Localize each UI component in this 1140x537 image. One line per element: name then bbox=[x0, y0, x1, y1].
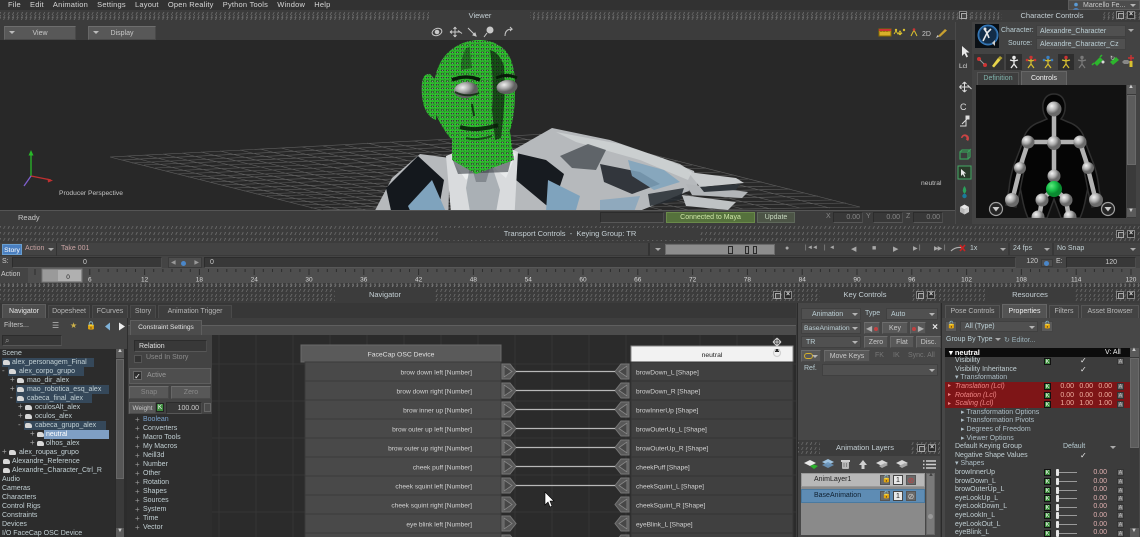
svg-text:browInnerUp [Shape]: browInnerUp [Shape] bbox=[636, 408, 698, 415]
svg-text:brow outer up left [Number]: brow outer up left [Number] bbox=[392, 427, 472, 434]
svg-text:cheek squint left [Number]: cheek squint left [Number] bbox=[395, 484, 472, 491]
svg-text:eyeBlink_L [Shape]: eyeBlink_L [Shape] bbox=[636, 522, 693, 529]
svg-text:0: 0 bbox=[66, 274, 70, 281]
svg-text:cheekSquint_R [Shape]: cheekSquint_R [Shape] bbox=[636, 503, 705, 510]
svg-text:cheekPuff [Shape]: cheekPuff [Shape] bbox=[636, 465, 690, 472]
svg-text:FaceCap OSC Device: FaceCap OSC Device bbox=[368, 352, 435, 359]
svg-text:browOuterUp_R [Shape]: browOuterUp_R [Shape] bbox=[636, 446, 708, 453]
svg-text:brow outer up right [Number]: brow outer up right [Number] bbox=[388, 446, 472, 453]
svg-text:brow inner up [Number]: brow inner up [Number] bbox=[403, 408, 472, 415]
svg-text:Lcl: Lcl bbox=[959, 63, 968, 70]
svg-text:↻: ↻ bbox=[1110, 55, 1115, 62]
svg-text:neutral: neutral bbox=[921, 180, 942, 187]
svg-text:brow down left [Number]: brow down left [Number] bbox=[401, 370, 473, 377]
svg-text:cheek squint right [Number]: cheek squint right [Number] bbox=[391, 503, 472, 510]
svg-text:browDown_L [Shape]: browDown_L [Shape] bbox=[636, 370, 699, 377]
svg-text:browOuterUp_L [Shape]: browOuterUp_L [Shape] bbox=[636, 427, 707, 434]
svg-text:browDown_R [Shape]: browDown_R [Shape] bbox=[636, 389, 700, 396]
svg-text:C: C bbox=[960, 102, 967, 112]
svg-text:neutral: neutral bbox=[702, 352, 723, 359]
svg-text:brow down right [Number]: brow down right [Number] bbox=[397, 389, 473, 396]
svg-text:2D: 2D bbox=[922, 31, 931, 38]
svg-text:cheekSquint_L [Shape]: cheekSquint_L [Shape] bbox=[636, 484, 704, 491]
svg-text:Producer Perspective: Producer Perspective bbox=[59, 190, 123, 197]
svg-text:eye blink left [Number]: eye blink left [Number] bbox=[406, 522, 472, 529]
svg-text:cheek puff [Number]: cheek puff [Number] bbox=[413, 465, 472, 472]
